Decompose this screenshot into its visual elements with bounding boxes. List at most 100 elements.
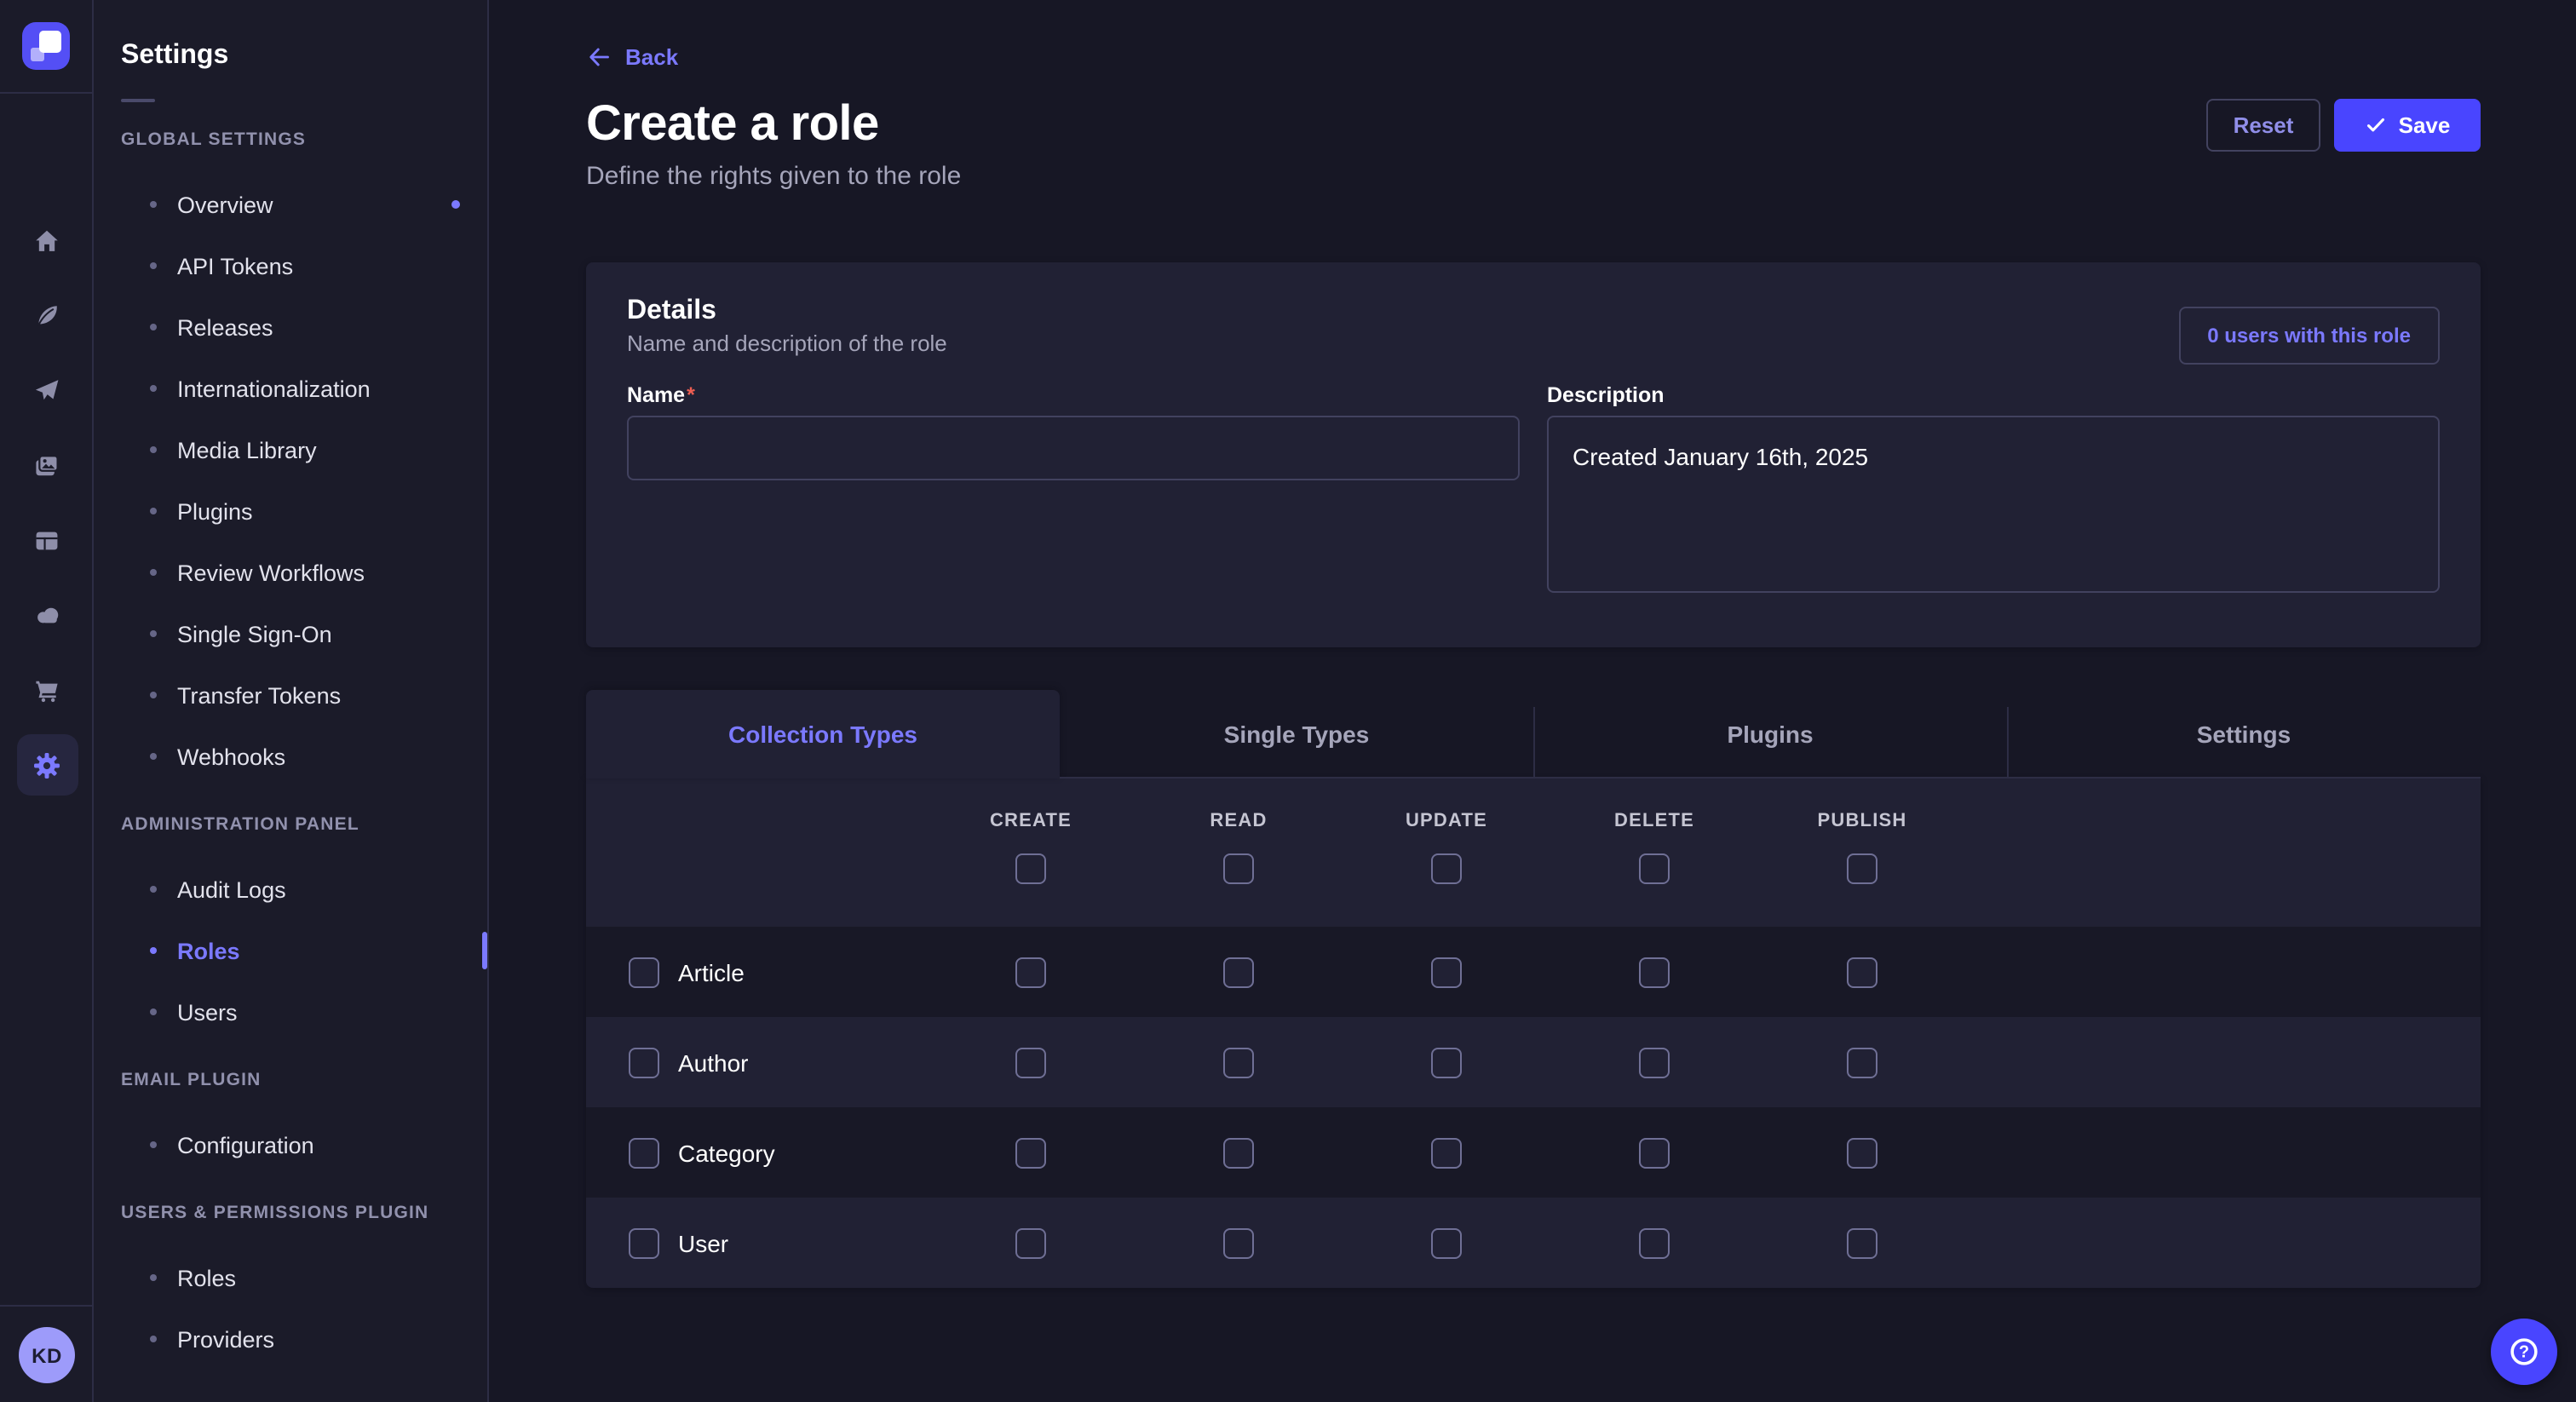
required-asterisk: * bbox=[687, 383, 695, 407]
permissions-card: Collection Types Single Types Plugins Se… bbox=[586, 690, 2481, 1288]
subnav-item-webhooks[interactable]: Webhooks bbox=[94, 726, 487, 787]
svg-text:?: ? bbox=[2519, 1343, 2529, 1362]
user-create-checkbox[interactable] bbox=[1015, 1227, 1046, 1258]
rail-item-cloud[interactable] bbox=[16, 584, 78, 646]
main-content: Back Create a role Reset Save Define the… bbox=[489, 0, 2576, 1402]
bullet-icon bbox=[150, 947, 157, 954]
article-delete-checkbox[interactable] bbox=[1639, 957, 1670, 987]
category-delete-checkbox[interactable] bbox=[1639, 1137, 1670, 1168]
main-nav-rail: KD bbox=[0, 0, 94, 1402]
users-with-role-button[interactable]: 0 users with this role bbox=[2178, 307, 2440, 365]
rail-item-content-manager[interactable] bbox=[16, 509, 78, 571]
rail-item-deploy[interactable] bbox=[16, 359, 78, 421]
subnav-item-audit-logs[interactable]: Audit Logs bbox=[94, 859, 487, 920]
subnav-item-configuration[interactable]: Configuration bbox=[94, 1114, 487, 1175]
select-all-read-checkbox[interactable] bbox=[1223, 853, 1254, 884]
nav-section-label: ADMINISTRATION PANEL bbox=[121, 814, 460, 835]
subnav-item-media-library[interactable]: Media Library bbox=[94, 419, 487, 480]
app-window: KD Settings GLOBAL SETTINGS Overview API… bbox=[0, 0, 2576, 1402]
notification-dot-icon bbox=[451, 200, 460, 209]
author-create-checkbox[interactable] bbox=[1015, 1047, 1046, 1077]
permissions-tabbar: Collection Types Single Types Plugins Se… bbox=[586, 690, 2481, 779]
rail-item-content-builder[interactable] bbox=[16, 284, 78, 346]
subnav-item-internationalization[interactable]: Internationalization bbox=[94, 358, 487, 419]
tab-collection-types[interactable]: Collection Types bbox=[586, 690, 1060, 779]
cloud-icon bbox=[32, 600, 62, 630]
details-card-title: Details bbox=[627, 296, 2440, 327]
subnav-item-providers[interactable]: Providers bbox=[94, 1308, 487, 1370]
article-read-checkbox[interactable] bbox=[1223, 957, 1254, 987]
column-header-create: CREATE bbox=[927, 811, 1135, 831]
rail-item-settings[interactable] bbox=[16, 734, 78, 796]
user-select-checkbox[interactable] bbox=[629, 1227, 659, 1258]
role-description-textarea[interactable]: Created January 16th, 2025 bbox=[1547, 416, 2440, 593]
user-publish-checkbox[interactable] bbox=[1847, 1227, 1877, 1258]
category-select-checkbox[interactable] bbox=[629, 1137, 659, 1168]
author-read-checkbox[interactable] bbox=[1223, 1047, 1254, 1077]
back-link[interactable]: Back bbox=[586, 44, 678, 70]
select-all-update-checkbox[interactable] bbox=[1431, 853, 1462, 884]
bullet-icon bbox=[150, 1274, 157, 1281]
tab-single-types[interactable]: Single Types bbox=[1060, 690, 1533, 779]
bullet-icon bbox=[150, 385, 157, 392]
table-row-user[interactable]: User bbox=[586, 1198, 2481, 1288]
save-button[interactable]: Save bbox=[2334, 98, 2481, 151]
bullet-icon bbox=[150, 262, 157, 269]
author-delete-checkbox[interactable] bbox=[1639, 1047, 1670, 1077]
layout-icon bbox=[32, 526, 61, 554]
help-button[interactable]: ? bbox=[2491, 1319, 2557, 1385]
home-icon bbox=[32, 226, 61, 255]
select-all-publish-checkbox[interactable] bbox=[1847, 853, 1877, 884]
author-update-checkbox[interactable] bbox=[1431, 1047, 1462, 1077]
nav-section-global-settings: GLOBAL SETTINGS Overview API Tokens Rele… bbox=[94, 129, 487, 787]
column-header-read: READ bbox=[1135, 811, 1343, 831]
article-create-checkbox[interactable] bbox=[1015, 957, 1046, 987]
subnav-item-single-sign-on[interactable]: Single Sign-On bbox=[94, 603, 487, 664]
rail-item-media-library[interactable] bbox=[16, 434, 78, 496]
category-read-checkbox[interactable] bbox=[1223, 1137, 1254, 1168]
role-name-input[interactable] bbox=[627, 416, 1520, 480]
article-publish-checkbox[interactable] bbox=[1847, 957, 1877, 987]
category-update-checkbox[interactable] bbox=[1431, 1137, 1462, 1168]
check-icon bbox=[2365, 113, 2387, 135]
user-delete-checkbox[interactable] bbox=[1639, 1227, 1670, 1258]
article-select-checkbox[interactable] bbox=[629, 957, 659, 987]
user-read-checkbox[interactable] bbox=[1223, 1227, 1254, 1258]
strapi-logo[interactable] bbox=[0, 0, 92, 94]
rail-item-marketplace[interactable] bbox=[16, 659, 78, 721]
back-arrow-icon bbox=[586, 44, 612, 70]
table-row-article[interactable]: Article bbox=[586, 927, 2481, 1017]
category-create-checkbox[interactable] bbox=[1015, 1137, 1046, 1168]
subnav-item-api-tokens[interactable]: API Tokens bbox=[94, 235, 487, 296]
subnav-item-plugins[interactable]: Plugins bbox=[94, 480, 487, 542]
author-select-checkbox[interactable] bbox=[629, 1047, 659, 1077]
author-publish-checkbox[interactable] bbox=[1847, 1047, 1877, 1077]
gear-icon bbox=[32, 750, 61, 779]
rail-item-home[interactable] bbox=[16, 210, 78, 271]
table-row-category[interactable]: Category bbox=[586, 1107, 2481, 1198]
subnav-item-roles-active[interactable]: Roles bbox=[94, 920, 487, 981]
select-all-delete-checkbox[interactable] bbox=[1639, 853, 1670, 884]
category-publish-checkbox[interactable] bbox=[1847, 1137, 1877, 1168]
page-title: Create a role bbox=[586, 94, 879, 155]
user-avatar[interactable]: KD bbox=[19, 1327, 75, 1383]
subnav-item-up-roles[interactable]: Roles bbox=[94, 1247, 487, 1308]
nav-section-email-plugin: EMAIL PLUGIN Configuration bbox=[94, 1070, 487, 1175]
bullet-icon bbox=[150, 692, 157, 698]
subnav-item-review-workflows[interactable]: Review Workflows bbox=[94, 542, 487, 603]
row-label: User bbox=[678, 1229, 728, 1256]
subnav-item-users[interactable]: Users bbox=[94, 981, 487, 1043]
tab-settings[interactable]: Settings bbox=[2007, 690, 2481, 779]
article-update-checkbox[interactable] bbox=[1431, 957, 1462, 987]
reset-button[interactable]: Reset bbox=[2206, 98, 2320, 151]
subnav-item-overview[interactable]: Overview bbox=[94, 174, 487, 235]
bullet-icon bbox=[150, 753, 157, 760]
row-label: Category bbox=[678, 1139, 775, 1166]
column-header-delete: DELETE bbox=[1550, 811, 1758, 831]
table-row-author[interactable]: Author bbox=[586, 1017, 2481, 1107]
subnav-item-releases[interactable]: Releases bbox=[94, 296, 487, 358]
subnav-item-transfer-tokens[interactable]: Transfer Tokens bbox=[94, 664, 487, 726]
select-all-create-checkbox[interactable] bbox=[1015, 853, 1046, 884]
user-update-checkbox[interactable] bbox=[1431, 1227, 1462, 1258]
tab-plugins[interactable]: Plugins bbox=[1533, 690, 2007, 779]
